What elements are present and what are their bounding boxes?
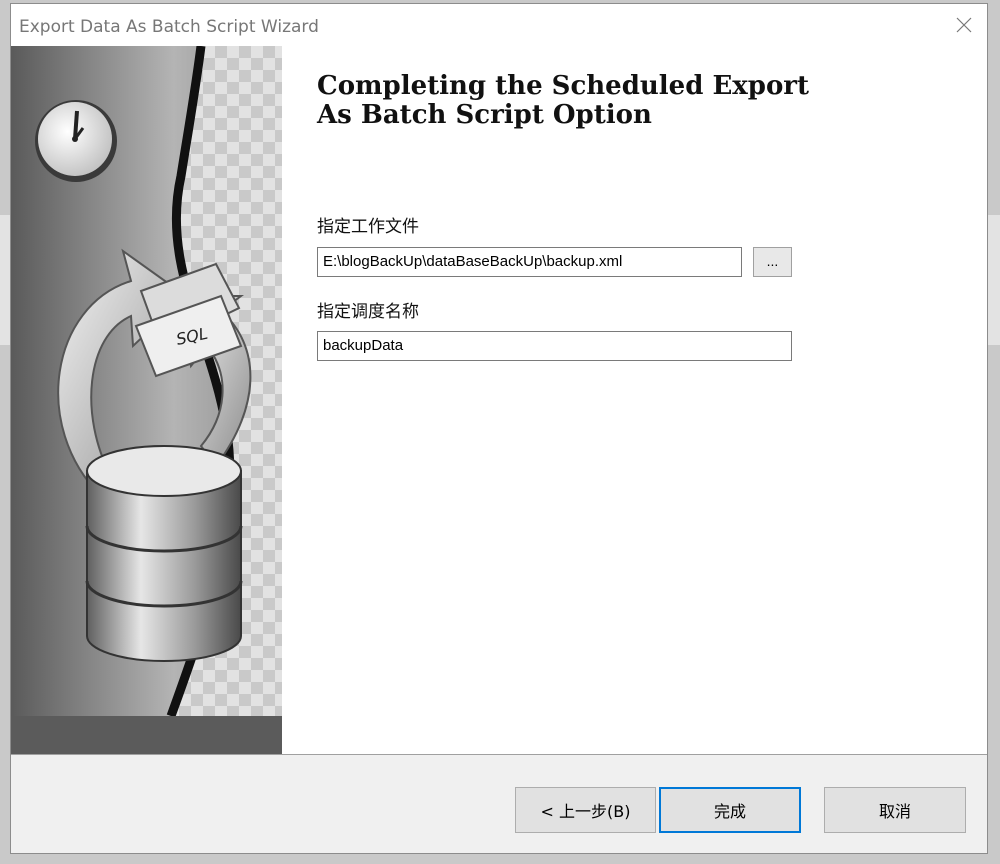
schedule-name-label: 指定调度名称 — [317, 302, 419, 321]
wizard-content: Completing the Scheduled Export As Batch… — [282, 46, 987, 754]
wizard-footer: < 上一步(B) 完成 取消 — [11, 754, 987, 853]
close-icon — [956, 17, 972, 33]
finish-button[interactable]: 完成 — [659, 787, 801, 833]
background-window-left — [0, 215, 10, 345]
database-icon — [85, 445, 243, 662]
work-file-label: 指定工作文件 — [317, 217, 419, 236]
title-bar: Export Data As Batch Script Wizard — [11, 4, 987, 46]
page-title: Completing the Scheduled Export As Batch… — [317, 72, 877, 130]
clock-icon — [35, 100, 117, 182]
work-file-input[interactable]: E:\blogBackUp\dataBaseBackUp\backup.xml — [317, 247, 742, 277]
close-button[interactable] — [941, 4, 987, 46]
cancel-button[interactable]: 取消 — [824, 787, 966, 833]
page-title-line2: As Batch Script Option — [317, 100, 652, 130]
back-button[interactable]: < 上一步(B) — [515, 787, 656, 833]
schedule-name-input[interactable]: backupData — [317, 331, 792, 361]
wizard-sidebar-image: SQL — [11, 46, 282, 754]
page-title-line1: Completing the Scheduled Export — [317, 71, 810, 101]
browse-button[interactable]: ... — [753, 247, 792, 277]
sidebar-illustration: SQL — [11, 46, 282, 754]
background-window-right — [988, 215, 1000, 345]
dialog-title: Export Data As Batch Script Wizard — [19, 17, 319, 37]
wizard-dialog: Export Data As Batch Script Wizard SQL C… — [10, 3, 988, 854]
